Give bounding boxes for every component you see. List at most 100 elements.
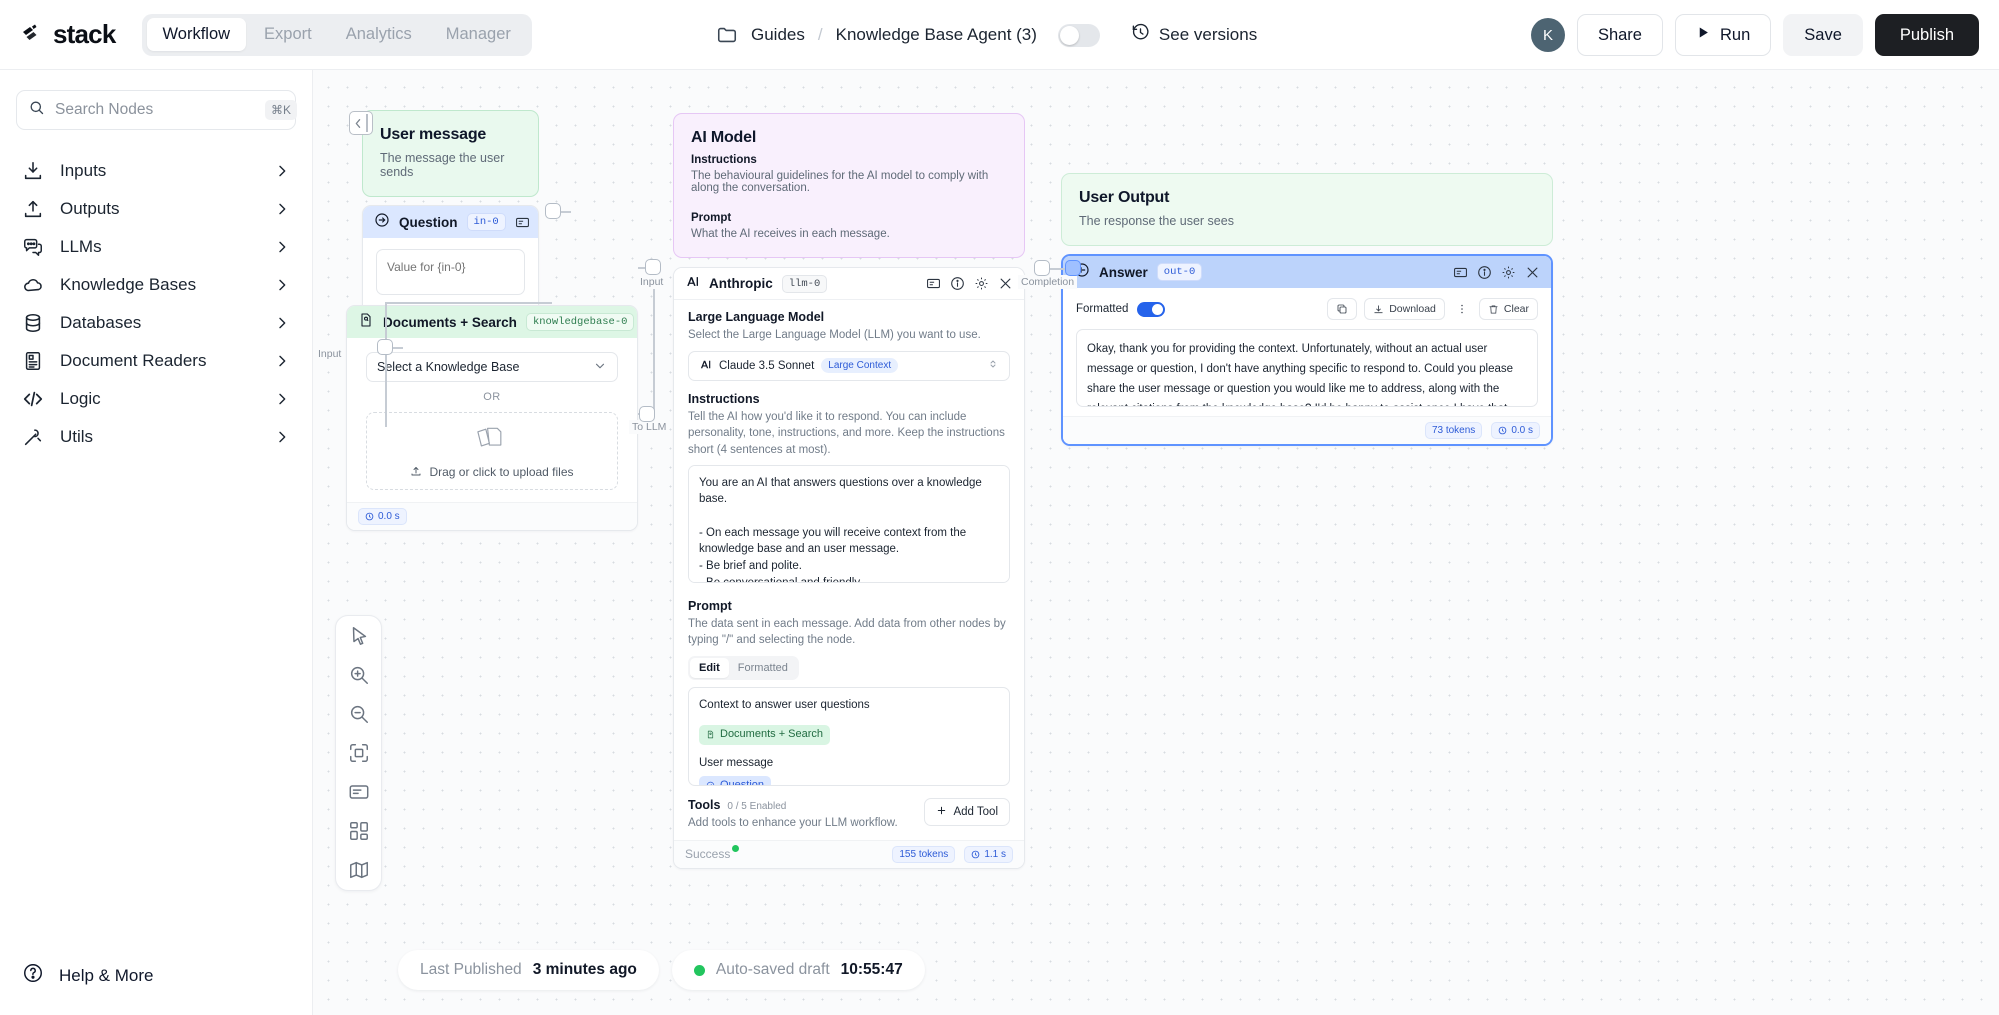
close-icon[interactable] (998, 276, 1013, 291)
port-llm-input[interactable] (645, 259, 661, 275)
formatted-toggle[interactable] (1137, 301, 1166, 317)
prompt-line-2: User message (699, 756, 774, 769)
chat-bubbles-icon (22, 236, 44, 258)
edge-question-to-kb-h (385, 302, 552, 304)
share-button[interactable]: Share (1576, 14, 1663, 56)
note-icon[interactable] (348, 781, 370, 803)
ai-model-banner-instructions-desc: The behavioural guidelines for the AI mo… (691, 170, 989, 194)
inputs-icon (22, 160, 44, 182)
prompt-mode-formatted[interactable]: Formatted (729, 658, 797, 678)
prompt-line-1: Context to answer user questions (699, 699, 870, 712)
prompt-tag-question[interactable]: Question (699, 775, 772, 786)
history-icon (1131, 23, 1150, 47)
rename-icon[interactable] (926, 276, 941, 291)
documents-search-body: Select a Knowledge Base OR Drag or click… (347, 338, 637, 502)
node-group-user-output[interactable]: User Output The response the user sees A… (1061, 173, 1553, 446)
instructions-label: Instructions (688, 391, 760, 406)
chevron-right-icon (274, 391, 290, 407)
rename-icon[interactable] (1453, 265, 1468, 280)
prompt-tag-documents-search[interactable]: Documents + Search (699, 724, 831, 745)
tab-analytics[interactable]: Analytics (330, 18, 428, 51)
publish-button[interactable]: Publish (1874, 14, 1979, 56)
answer-node-header-icons (1453, 265, 1540, 280)
port-answer-in[interactable] (1065, 260, 1081, 276)
port-kb-out[interactable] (639, 406, 655, 422)
save-button[interactable]: Save (1783, 14, 1863, 56)
tab-export[interactable]: Export (248, 18, 328, 51)
sidebar-item-outputs[interactable]: Outputs (0, 190, 312, 227)
anthropic-status-text: Success (685, 847, 731, 862)
sidebar-item-utils[interactable]: Utils (0, 418, 312, 455)
answer-time-value: 0.0 s (1511, 425, 1533, 436)
port-llm-completion-out[interactable] (1034, 260, 1050, 276)
code-icon (22, 388, 44, 410)
cursor-icon[interactable] (348, 625, 370, 647)
sidebar-item-label: Knowledge Bases (60, 274, 197, 294)
grid-icon[interactable] (348, 820, 370, 842)
canvas-toolbar (335, 615, 382, 891)
help-and-more-button[interactable]: Help & More (0, 962, 313, 989)
more-options-button[interactable] (1451, 298, 1472, 320)
anthropic-logo-icon (699, 358, 712, 374)
anthropic-node-body: Large Language Model Select the Large La… (674, 300, 1024, 840)
play-icon (1696, 25, 1711, 45)
answer-node[interactable]: Answer out-0 Formatted Download Clear Ok… (1061, 254, 1553, 446)
database-icon (22, 312, 44, 334)
download-button[interactable]: Download (1364, 298, 1445, 320)
question-value-input[interactable] (376, 249, 525, 295)
clear-label: Clear (1503, 303, 1529, 315)
tab-workflow[interactable]: Workflow (146, 18, 247, 51)
anthropic-node[interactable]: Anthropic llm-0 Large Language Model Sel… (673, 267, 1025, 869)
llm-model-select[interactable]: Claude 3.5 Sonnet Large Context (688, 350, 1010, 381)
tab-manager[interactable]: Manager (430, 18, 527, 51)
copy-button[interactable] (1327, 298, 1358, 320)
info-icon[interactable] (950, 276, 965, 291)
prompt-mode-edit[interactable]: Edit (690, 658, 729, 679)
gear-icon[interactable] (974, 276, 989, 291)
port-kb-in[interactable] (377, 339, 393, 355)
fit-view-icon[interactable] (348, 742, 370, 764)
sidebar-item-inputs[interactable]: Inputs (0, 152, 312, 189)
avatar[interactable]: K (1530, 18, 1565, 52)
knowledge-base-select[interactable]: Select a Knowledge Base (366, 352, 618, 382)
sidebar-item-logic[interactable]: Logic (0, 380, 312, 417)
search-nodes-box[interactable]: ⌘K (16, 90, 298, 130)
user-output-banner: User Output The response the user sees (1061, 173, 1553, 246)
prompt-desc: The data sent in each message. Add data … (688, 617, 1006, 647)
run-button[interactable]: Run (1674, 14, 1772, 56)
prompt-editor[interactable]: Context to answer user questions Documen… (688, 687, 1010, 787)
search-input[interactable] (55, 101, 255, 119)
minimap-icon[interactable] (348, 859, 370, 881)
knowledge-base-select-value: Select a Knowledge Base (377, 360, 520, 374)
instructions-textarea[interactable]: You are an AI that answers questions ove… (688, 464, 1010, 583)
sidebar-item-llms[interactable]: LLMs (0, 228, 312, 265)
port-question-out[interactable] (545, 203, 561, 219)
add-tool-button[interactable]: Add Tool (924, 798, 1010, 827)
collapse-sidebar-button[interactable] (349, 111, 373, 135)
brand-logo[interactable]: stack (20, 19, 116, 50)
gear-icon[interactable] (1501, 265, 1516, 280)
clear-button[interactable]: Clear (1478, 298, 1538, 320)
documents-search-footer: 0.0 s (347, 502, 637, 530)
nav-tabs: Workflow Export Analytics Manager (141, 13, 532, 56)
rename-icon[interactable] (515, 215, 530, 230)
workflow-enable-toggle[interactable] (1057, 23, 1100, 47)
close-icon[interactable] (1525, 265, 1540, 280)
file-dropzone[interactable]: Drag or click to upload files (366, 412, 618, 490)
llm-label: Large Language Model (688, 310, 825, 324)
breadcrumb-folder[interactable]: Guides (751, 25, 805, 45)
zoom-in-icon[interactable] (348, 664, 370, 686)
autosave-time: 10:55:47 (840, 961, 903, 978)
chevron-right-icon (274, 201, 290, 217)
sidebar-item-knowledge-bases[interactable]: Knowledge Bases (0, 266, 312, 303)
node-group-ai-model[interactable]: AI Model Instructions The behavioural gu… (673, 113, 1025, 869)
answer-output-text[interactable]: Okay, thank you for providing the contex… (1076, 329, 1538, 407)
sidebar-item-databases[interactable]: Databases (0, 304, 312, 341)
info-icon[interactable] (1477, 265, 1492, 280)
header-actions: K Share Run Save Publish (1530, 0, 1979, 70)
breadcrumb-title[interactable]: Knowledge Base Agent (3) (836, 25, 1037, 45)
zoom-out-icon[interactable] (348, 703, 370, 725)
workflow-canvas[interactable]: Input To LLM Input Completion User messa… (313, 70, 1999, 1015)
sidebar-item-document-readers[interactable]: Document Readers (0, 342, 312, 379)
see-versions-button[interactable]: See versions (1131, 23, 1257, 47)
